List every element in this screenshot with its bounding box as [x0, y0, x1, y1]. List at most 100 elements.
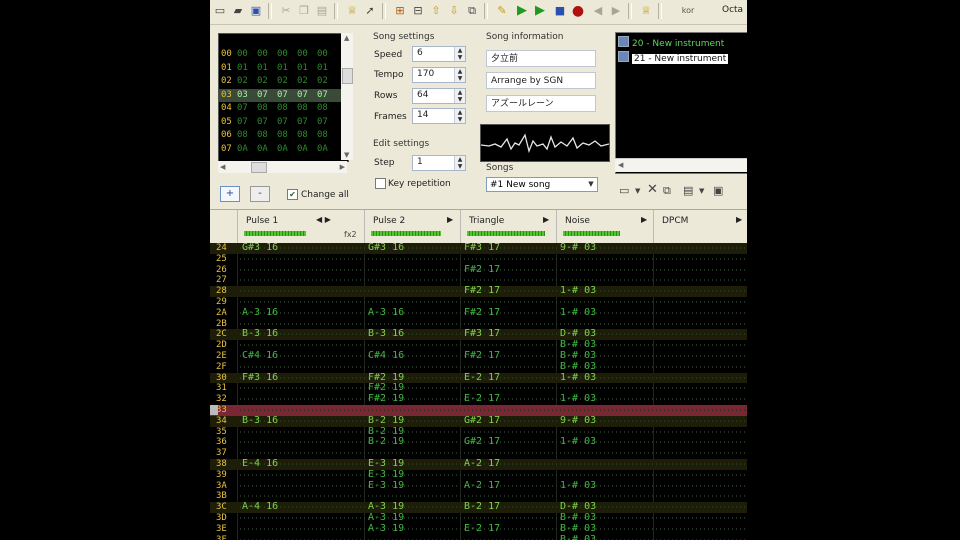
pattern-note[interactable]: E-2 17: [464, 372, 500, 384]
pattern-row[interactable]: 38 E-4 16 E-3 19 A-2 17: [210, 458, 747, 470]
frame-pattern-cell[interactable]: 02: [277, 75, 288, 88]
spin-arrows-icon[interactable]: ▲ ▼: [454, 156, 465, 170]
settings-icon[interactable]: ♕: [638, 3, 654, 19]
frame-pattern-cell[interactable]: 01: [237, 62, 248, 75]
pattern-row[interactable]: 32 F#2 19 E-2 17 1-# 03: [210, 393, 747, 405]
pattern-row[interactable]: 24 G#3 16 G#3 16 F#3 17 9-# 03: [210, 243, 747, 254]
frame-pattern-cell[interactable]: 08: [277, 129, 288, 142]
pattern-note[interactable]: A-3 16: [368, 307, 404, 319]
save-icon[interactable]: ▣: [248, 3, 264, 19]
frames-spinner[interactable]: 14 ▲ ▼: [412, 108, 466, 124]
pattern-note[interactable]: F#2 19: [368, 393, 404, 405]
rows-spinner[interactable]: 64 ▲ ▼: [412, 88, 466, 104]
tempo-spinner[interactable]: 170 ▲ ▼: [412, 67, 466, 83]
remove-frame-icon[interactable]: ⊟: [410, 3, 426, 19]
pattern-note[interactable]: B-# 03: [560, 534, 596, 540]
frame-pattern-cell[interactable]: 02: [257, 75, 268, 88]
frame-pattern-cell[interactable]: 00: [277, 48, 288, 61]
instrument-item-selected[interactable]: 21 - New instrument: [618, 51, 729, 64]
move-frame-up-icon[interactable]: ⇧: [428, 3, 444, 19]
pattern-note[interactable]: E-2 17: [464, 523, 500, 535]
pattern-note[interactable]: G#3 16: [368, 243, 404, 254]
scroll-left-icon[interactable]: ◀: [618, 161, 623, 169]
frame-pattern-cell[interactable]: 07: [297, 116, 308, 129]
pattern-note[interactable]: F#2 17: [464, 350, 500, 362]
change-all-checkbox[interactable]: ✔: [287, 189, 298, 200]
pattern-row[interactable]: 2C B-3 16 B-3 16 F#3 17 D-# 03: [210, 329, 747, 341]
pattern-row[interactable]: 30 F#3 16 F#2 19 E-2 17 1-# 03: [210, 372, 747, 384]
pattern-note[interactable]: A-3 16: [242, 307, 278, 319]
song-name-field[interactable]: 夕立前: [486, 50, 596, 67]
play-looped-icon[interactable]: ▶: [532, 3, 548, 19]
pattern-note[interactable]: E-3 19: [368, 480, 404, 492]
cut-icon[interactable]: ✂: [278, 3, 294, 19]
record-icon[interactable]: ●: [570, 3, 586, 19]
pattern-note[interactable]: A-2 17: [464, 480, 500, 492]
pattern-note[interactable]: 1-# 03: [560, 393, 596, 405]
add-frame-button[interactable]: +: [220, 186, 240, 202]
about-icon[interactable]: ♕: [344, 3, 360, 19]
frame-pattern-cell[interactable]: 07: [317, 89, 328, 102]
pattern-note[interactable]: B-2 17: [464, 501, 500, 513]
pattern-note[interactable]: G#2 17: [464, 437, 500, 448]
frame-row[interactable]: 07 0A 0A 0A 0A 0A: [219, 143, 348, 156]
copy-icon[interactable]: ❐: [296, 3, 312, 19]
pattern-note[interactable]: E-2 17: [464, 393, 500, 405]
pattern-note[interactable]: B-# 03: [560, 523, 596, 535]
channel-noise[interactable]: Noise ▶: [556, 210, 653, 243]
frame-pattern-cell[interactable]: 03: [237, 89, 248, 102]
help-pointer-icon[interactable]: ➚: [362, 3, 378, 19]
channel-triangle[interactable]: Triangle ▶: [460, 210, 555, 243]
scroll-right-icon[interactable]: ▶: [340, 163, 345, 171]
frame-pattern-cell[interactable]: 00: [237, 48, 248, 61]
frame-row[interactable]: 06 08 08 08 08 08: [219, 129, 348, 142]
pattern-note[interactable]: B-2 19: [368, 415, 404, 427]
channel-arrows-icon[interactable]: ◀ ▶: [316, 215, 331, 224]
new-instrument-icon[interactable]: ▭: [619, 184, 629, 197]
insert-frame-icon[interactable]: ⊞: [392, 3, 408, 19]
song-copyright-field[interactable]: アズールレーン: [486, 95, 596, 112]
pattern-note[interactable]: E-4 16: [242, 458, 278, 470]
pattern-row[interactable]: 36 B-2 19 G#2 17 1-# 03: [210, 437, 747, 448]
pattern-note[interactable]: F#3 16: [242, 372, 278, 384]
frame-pattern-cell[interactable]: 02: [237, 75, 248, 88]
spin-arrows-icon[interactable]: ▲ ▼: [454, 47, 465, 61]
frame-row[interactable]: 05 07 07 07 07 07: [219, 116, 348, 129]
pattern-note[interactable]: 1-# 03: [560, 480, 596, 492]
pattern-note[interactable]: B-2 19: [368, 437, 404, 448]
song-selector[interactable]: #1 New song ▼: [486, 177, 598, 192]
pattern-row[interactable]: 28 F#2 17 1-# 03: [210, 285, 747, 297]
pattern-note[interactable]: A-4 16: [242, 501, 278, 513]
frame-row[interactable]: 02 02 02 02 02 02: [219, 75, 348, 88]
channel-arrow-icon[interactable]: ▶: [736, 215, 742, 224]
oscilloscope-display[interactable]: [480, 124, 610, 162]
frame-pattern-cell[interactable]: 0A: [277, 143, 288, 156]
pattern-note[interactable]: 1-# 03: [560, 437, 596, 448]
stop-icon[interactable]: ■: [552, 3, 568, 19]
frame-row[interactable]: 03 03 07 07 07 07: [219, 88, 348, 102]
move-frame-down-icon[interactable]: ⇩: [446, 3, 462, 19]
scroll-left-icon[interactable]: ◀: [220, 163, 225, 171]
pattern-note[interactable]: A-3 19: [368, 523, 404, 535]
pattern-note[interactable]: F#2 17: [464, 307, 500, 319]
new-file-icon[interactable]: ▭: [212, 3, 228, 19]
pattern-note[interactable]: 9-# 03: [560, 415, 596, 427]
pattern-row[interactable]: 2F B-# 03: [210, 361, 747, 373]
pattern-row[interactable]: 39 E-3 19: [210, 469, 747, 481]
frame-editor[interactable]: 00 00 00 00 00 00 01 01 01 01 01 01 02 02 02 02 02 02 03 03…: [218, 33, 349, 162]
module-properties-icon[interactable]: ✎: [494, 3, 510, 19]
pattern-row[interactable]: 3C A-4 16 A-3 19 B-2 17 D-# 03: [210, 501, 747, 513]
frame-pattern-cell[interactable]: 07: [237, 116, 248, 129]
frame-pattern-cell[interactable]: 01: [277, 62, 288, 75]
frame-vertical-scrollbar[interactable]: ▲ ▼: [341, 33, 353, 160]
pattern-note[interactable]: B-# 03: [560, 361, 596, 373]
pattern-note[interactable]: B-3 16: [368, 329, 404, 340]
frame-pattern-cell[interactable]: 08: [317, 102, 328, 115]
frame-pattern-cell[interactable]: 08: [317, 129, 328, 142]
frame-pattern-cell[interactable]: 02: [317, 75, 328, 88]
scroll-up-icon[interactable]: ▲: [344, 34, 349, 42]
highlight-icon[interactable]: kor: [668, 3, 708, 19]
step-spinner[interactable]: 1 ▲ ▼: [412, 155, 466, 171]
frame-pattern-cell[interactable]: 0A: [317, 143, 328, 156]
pattern-note[interactable]: G#3 16: [242, 243, 278, 254]
